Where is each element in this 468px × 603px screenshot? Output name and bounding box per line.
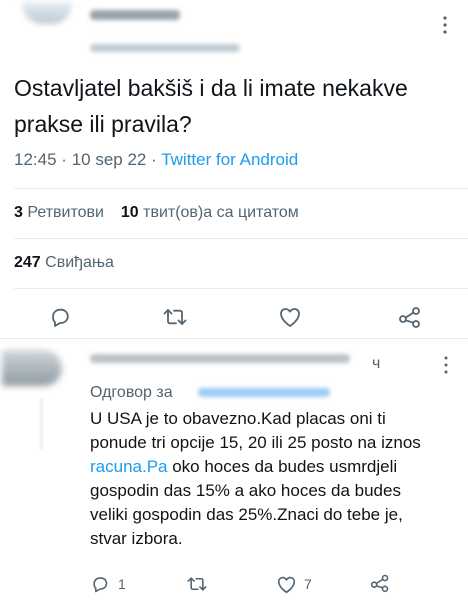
retweets-stat[interactable]: 3 Ретвитови xyxy=(14,204,108,221)
tweet-meta: 12:45 · 10 sep 22 · Twitter for Android xyxy=(14,149,298,171)
divider xyxy=(14,188,468,189)
quotes-stat[interactable]: 10 твит(ов)а са цитатом xyxy=(121,204,299,221)
reply-author-name-blurred[interactable] xyxy=(90,354,350,363)
reply-thread-line xyxy=(40,398,43,450)
divider xyxy=(14,288,468,289)
author-avatar[interactable] xyxy=(22,2,72,24)
meta-separator: · xyxy=(61,150,67,169)
retweets-count: 3 xyxy=(14,204,23,221)
retweet-quote-stats: 3 Ретвитови 10 твит(ов)а са цитатом xyxy=(14,202,299,224)
author-handle-blurred xyxy=(90,44,240,52)
author-name-blurred[interactable] xyxy=(90,10,180,20)
share-icon[interactable] xyxy=(398,305,422,329)
retweet-icon xyxy=(186,574,208,594)
likes-stat[interactable]: 247 Свиђања xyxy=(14,252,114,274)
divider xyxy=(0,338,468,339)
replying-to: Одговор за xyxy=(90,383,173,403)
divider xyxy=(14,238,468,239)
tweet-source[interactable]: Twitter for Android xyxy=(161,150,298,169)
retweet-icon[interactable] xyxy=(162,305,188,329)
reply-share-icon[interactable] xyxy=(370,573,390,593)
reply-icon[interactable] xyxy=(48,305,72,329)
tweet-time[interactable]: 12:45 xyxy=(14,150,57,169)
likes-count: 247 xyxy=(14,254,41,271)
more-options-icon[interactable] xyxy=(440,14,450,36)
reply-more-options-icon[interactable] xyxy=(442,355,450,375)
reply-count: 1 xyxy=(118,576,126,592)
quotes-label: твит(ов)а са цитатом xyxy=(143,204,299,221)
reply-text: U USA je to obavezno.Kad placas oni ti p… xyxy=(90,407,440,551)
reply-text-link[interactable]: racuna.Pa xyxy=(90,457,168,476)
reply-timestamp[interactable]: ч xyxy=(372,354,380,374)
reply-like-count: 7 xyxy=(304,576,312,592)
replying-to-label: Одговор за xyxy=(90,384,173,401)
tweet-text: Ostavljatel bakšiš i da li imate nekakve… xyxy=(14,75,408,137)
quotes-count: 10 xyxy=(120,204,139,221)
meta-separator: · xyxy=(151,150,157,169)
reply-text-main: U USA je to obavezno.Kad placas oni ti p… xyxy=(90,409,421,452)
like-icon[interactable] xyxy=(278,306,302,328)
likes-label: Свиђања xyxy=(45,254,114,271)
tweet-date[interactable]: 10 sep 22 xyxy=(72,150,147,169)
reply-icon xyxy=(90,574,110,594)
reply-author-avatar[interactable] xyxy=(2,350,62,386)
like-icon xyxy=(276,575,297,594)
replying-to-handle-blurred[interactable] xyxy=(198,388,330,397)
retweets-label: Ретвитови xyxy=(27,204,104,221)
